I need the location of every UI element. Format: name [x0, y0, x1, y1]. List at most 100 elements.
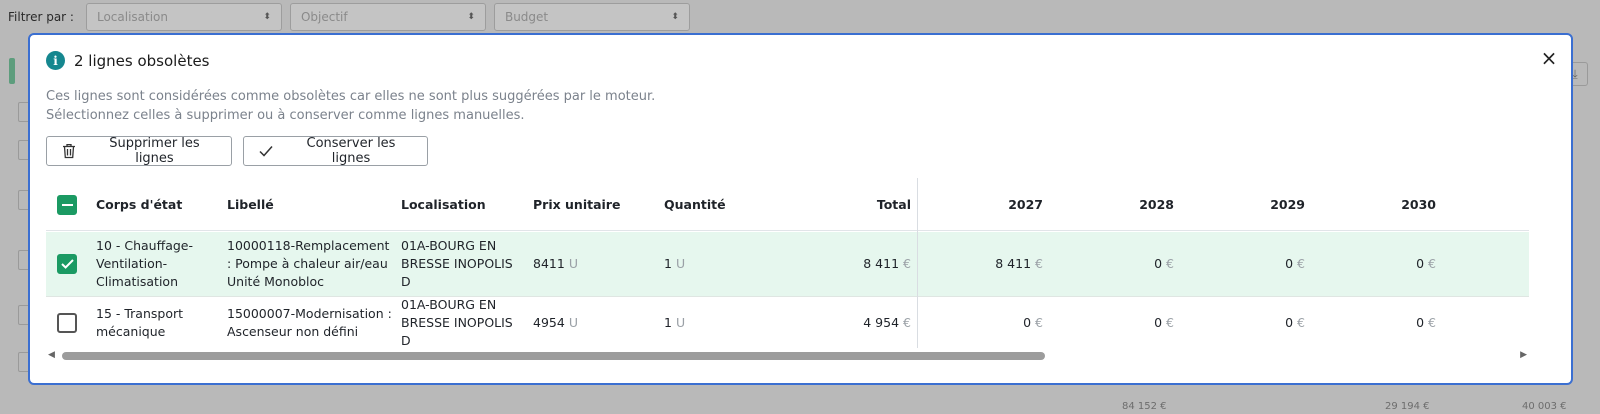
header-2027[interactable]: 2027 [926, 180, 1043, 230]
year-value: 0 [1416, 315, 1425, 330]
year-value: 0 [1154, 315, 1163, 330]
year-value: 8 411 [995, 256, 1032, 271]
select-all-checkbox[interactable] [57, 195, 77, 215]
background-total: 40 003 € [1522, 401, 1567, 412]
currency: € [1297, 315, 1305, 330]
cell-prix-unitaire: 8411 U [533, 232, 578, 296]
row-checkbox[interactable] [57, 313, 77, 333]
scrollbar-thumb[interactable] [62, 352, 1045, 360]
header-corps-etat[interactable]: Corps d'état [96, 180, 182, 230]
quantite-unit: U [675, 256, 686, 271]
table-row[interactable]: 10 - Chauffage-Ventilation-Climatisation… [46, 232, 1529, 297]
currency: € [903, 256, 911, 271]
filter-budget-select: Budget ⬍ [493, 3, 690, 31]
cell-2030: 0 € [1319, 298, 1436, 348]
background-accent-bar [9, 58, 15, 84]
prix-unit: U [568, 256, 578, 271]
cell-2028: 0 € [1057, 298, 1174, 348]
cell-libelle: 15000007-Modernisation : Ascenseur non d… [227, 306, 392, 339]
cell-localisation: 01A-BOURG EN BRESSE INOPOLIS D [401, 238, 513, 289]
keep-lines-button[interactable]: Conserver les lignes [243, 136, 428, 166]
info-icon: i [46, 51, 65, 70]
quantite-value: 1 [664, 256, 672, 271]
modal-header: i 2 lignes obsolètes [46, 51, 210, 70]
horizontal-scrollbar[interactable]: ◀ ▶ [46, 348, 1529, 362]
cell-corps-etat: 10 - Chauffage-Ventilation-Climatisation [96, 238, 194, 289]
year-value: 0 [1023, 315, 1032, 330]
quantite-value: 1 [664, 315, 672, 330]
row-checkbox[interactable] [57, 254, 77, 274]
total-value: 8 411 [863, 256, 900, 271]
background-totals: 84 152 € 29 194 € 40 003 € [0, 384, 1600, 414]
header-2029[interactable]: 2029 [1188, 180, 1305, 230]
description-line: Sélectionnez celles à supprimer ou à con… [46, 108, 525, 123]
currency: € [1166, 256, 1174, 271]
header-quantite[interactable]: Quantité [664, 180, 726, 230]
row-select-cell [57, 232, 77, 296]
cell-localisation: 01A-BOURG EN BRESSE INOPOLIS D [401, 297, 513, 348]
year-value: 0 [1154, 256, 1163, 271]
filter-localisation-select: Localisation ⬍ [85, 3, 282, 31]
modal-actions: Supprimer les lignes Conserver les ligne… [46, 136, 428, 166]
keep-lines-label: Conserver les lignes [306, 136, 396, 166]
cell-total: 4 954 € [746, 298, 911, 348]
obsolete-lines-modal: i 2 lignes obsolètes × Ces lignes sont c… [28, 33, 1573, 385]
header-prix-unitaire[interactable]: Prix unitaire [533, 180, 620, 230]
cell-2029: 0 € [1188, 232, 1305, 296]
obsolete-lines-table: Corps d'état Libellé Localisation Prix u… [46, 178, 1529, 352]
background-total: 29 194 € [1385, 401, 1430, 412]
close-icon: × [1540, 46, 1558, 70]
currency: € [1428, 315, 1436, 330]
cell-2029: 0 € [1188, 298, 1305, 348]
chevron-updown-icon: ⬍ [263, 12, 271, 22]
background-total: 84 152 € [1122, 401, 1167, 412]
filter-objectif-select: Objectif ⬍ [289, 3, 486, 31]
scroll-left-arrow-icon[interactable]: ◀ [48, 350, 55, 360]
currency: € [1428, 256, 1436, 271]
quantite-unit: U [675, 315, 686, 330]
cell-corps-etat: 15 - Transport mécanique [96, 306, 184, 339]
modal-description: Ces lignes sont considérées comme obsolè… [46, 87, 655, 125]
check-icon [258, 145, 275, 157]
currency: € [1035, 315, 1043, 330]
scroll-right-arrow-icon[interactable]: ▶ [1520, 350, 1527, 360]
cell-2027: 8 411 € [926, 232, 1043, 296]
close-button[interactable]: × [1537, 46, 1561, 70]
header-2030[interactable]: 2030 [1319, 180, 1436, 230]
currency: € [1297, 256, 1305, 271]
minus-icon [61, 204, 73, 206]
prix-value: 4954 [533, 315, 565, 330]
total-value: 4 954 [863, 315, 900, 330]
header-localisation[interactable]: Localisation [401, 180, 486, 230]
chevron-updown-icon: ⬍ [671, 12, 679, 22]
cell-libelle: 10000118-Remplacement : Pompe à chaleur … [227, 238, 390, 289]
header-2028[interactable]: 2028 [1057, 180, 1174, 230]
cell-total: 8 411 € [746, 232, 911, 296]
modal-title: 2 lignes obsolètes [74, 51, 210, 70]
currency: € [1166, 315, 1174, 330]
cell-quantite: 1U [664, 298, 685, 348]
background-filter-bar: Filtrer par : Localisation ⬍ Objectif ⬍ Bu… [0, 0, 1600, 34]
delete-lines-label: Supprimer les lignes [109, 136, 200, 166]
cell-2027: 0 € [926, 298, 1043, 348]
row-select-cell [57, 298, 77, 348]
year-value: 0 [1285, 315, 1294, 330]
chevron-updown-icon: ⬍ [467, 12, 475, 22]
prix-value: 8411 [533, 256, 565, 271]
table-row[interactable]: 15 - Transport mécanique 15000007-Modern… [46, 297, 1529, 348]
year-value: 0 [1416, 256, 1425, 271]
frozen-column-divider [917, 178, 918, 348]
currency: € [903, 315, 911, 330]
table-header-row: Corps d'état Libellé Localisation Prix u… [46, 180, 1529, 231]
currency: € [1035, 256, 1043, 271]
filter-label: Filtrer par : [8, 10, 74, 24]
trash-icon [61, 143, 78, 159]
cell-2030: 0 € [1319, 232, 1436, 296]
prix-unit: U [568, 315, 578, 330]
select-all-cell [57, 180, 77, 230]
delete-lines-button[interactable]: Supprimer les lignes [46, 136, 232, 166]
cell-prix-unitaire: 4954 U [533, 298, 578, 348]
header-total[interactable]: Total [746, 180, 911, 230]
year-value: 0 [1285, 256, 1294, 271]
header-libelle[interactable]: Libellé [227, 180, 274, 230]
